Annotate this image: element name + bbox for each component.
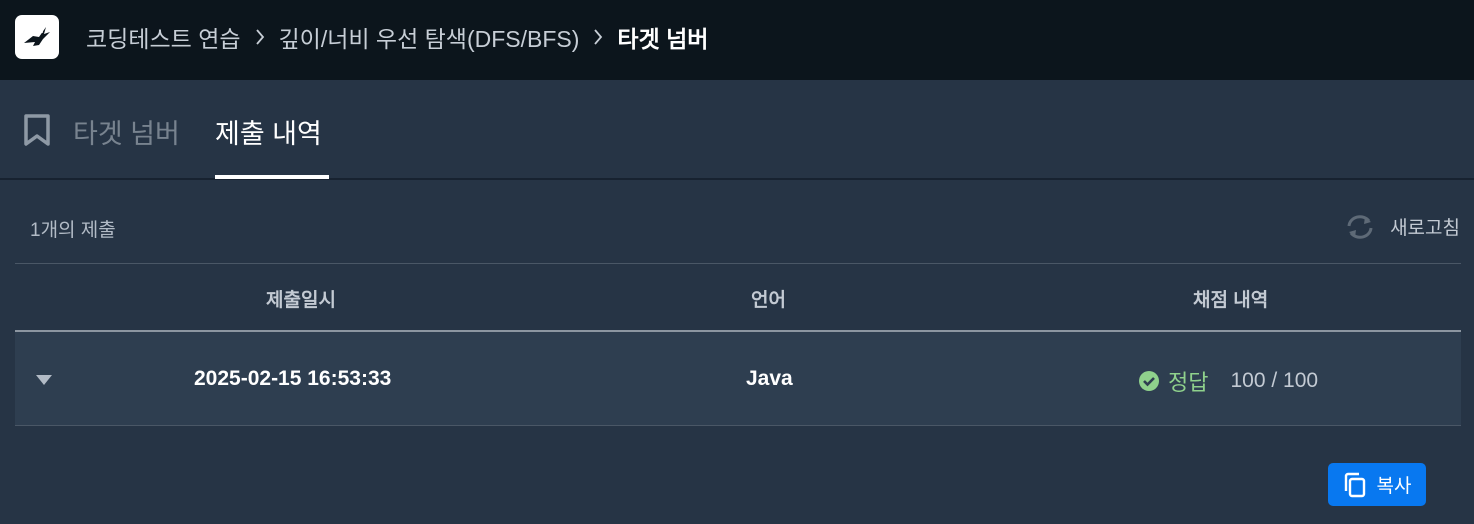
column-header-datetime: 제출일시 bbox=[266, 290, 336, 311]
caret-down-icon[interactable] bbox=[35, 374, 53, 386]
chevron-right-icon bbox=[255, 28, 265, 46]
tab-submission-history[interactable]: 제출 내역 bbox=[215, 112, 322, 151]
breadcrumb-item-coding-test[interactable]: 코딩테스트 연습 bbox=[86, 20, 241, 54]
verdict-label: 정답 bbox=[1168, 370, 1209, 395]
home-logo-button[interactable] bbox=[15, 15, 59, 59]
refresh-label: 새로고침 bbox=[1390, 218, 1460, 239]
copy-label: 복사 bbox=[1376, 476, 1412, 497]
submission-language: Java bbox=[746, 367, 793, 390]
score-label: 100 / 100 bbox=[1230, 369, 1319, 392]
breadcrumb-item-current: 타겟 넘버 bbox=[617, 26, 709, 52]
breadcrumb-item-dfs-bfs[interactable]: 깊이/너비 우선 탐색(DFS/BFS) bbox=[279, 20, 580, 54]
column-header-language: 언어 bbox=[751, 290, 786, 311]
bird-logo-icon bbox=[24, 27, 50, 46]
check-circle-icon bbox=[1139, 371, 1159, 391]
copy-button[interactable]: 복사 bbox=[1328, 463, 1426, 506]
table-row[interactable]: 2025-02-15 16:53:33 Java 정답 100 / 100 bbox=[15, 332, 1461, 426]
grading-result: 정답 100 / 100 bbox=[1138, 365, 1318, 397]
chevron-right-icon bbox=[593, 28, 603, 46]
copy-icon bbox=[1344, 472, 1365, 497]
column-header-grading: 채점 내역 bbox=[1193, 290, 1269, 311]
bookmark-icon[interactable] bbox=[22, 113, 52, 147]
submission-count: 1개의 제출 bbox=[30, 220, 116, 241]
refresh-icon bbox=[1347, 214, 1373, 239]
table-top-divider bbox=[15, 263, 1461, 264]
submission-datetime: 2025-02-15 16:53:33 bbox=[194, 367, 392, 390]
top-navigation-bar: 코딩테스트 연습 깊이/너비 우선 탐색(DFS/BFS) 타겟 넘버 bbox=[0, 0, 1474, 80]
refresh-button[interactable]: 새로고침 bbox=[1344, 213, 1460, 240]
tab-problem[interactable]: 타겟 넘버 bbox=[73, 112, 180, 151]
active-tab-indicator bbox=[215, 175, 329, 179]
breadcrumb: 코딩테스트 연습 깊이/너비 우선 탐색(DFS/BFS) 타겟 넘버 bbox=[86, 22, 708, 52]
